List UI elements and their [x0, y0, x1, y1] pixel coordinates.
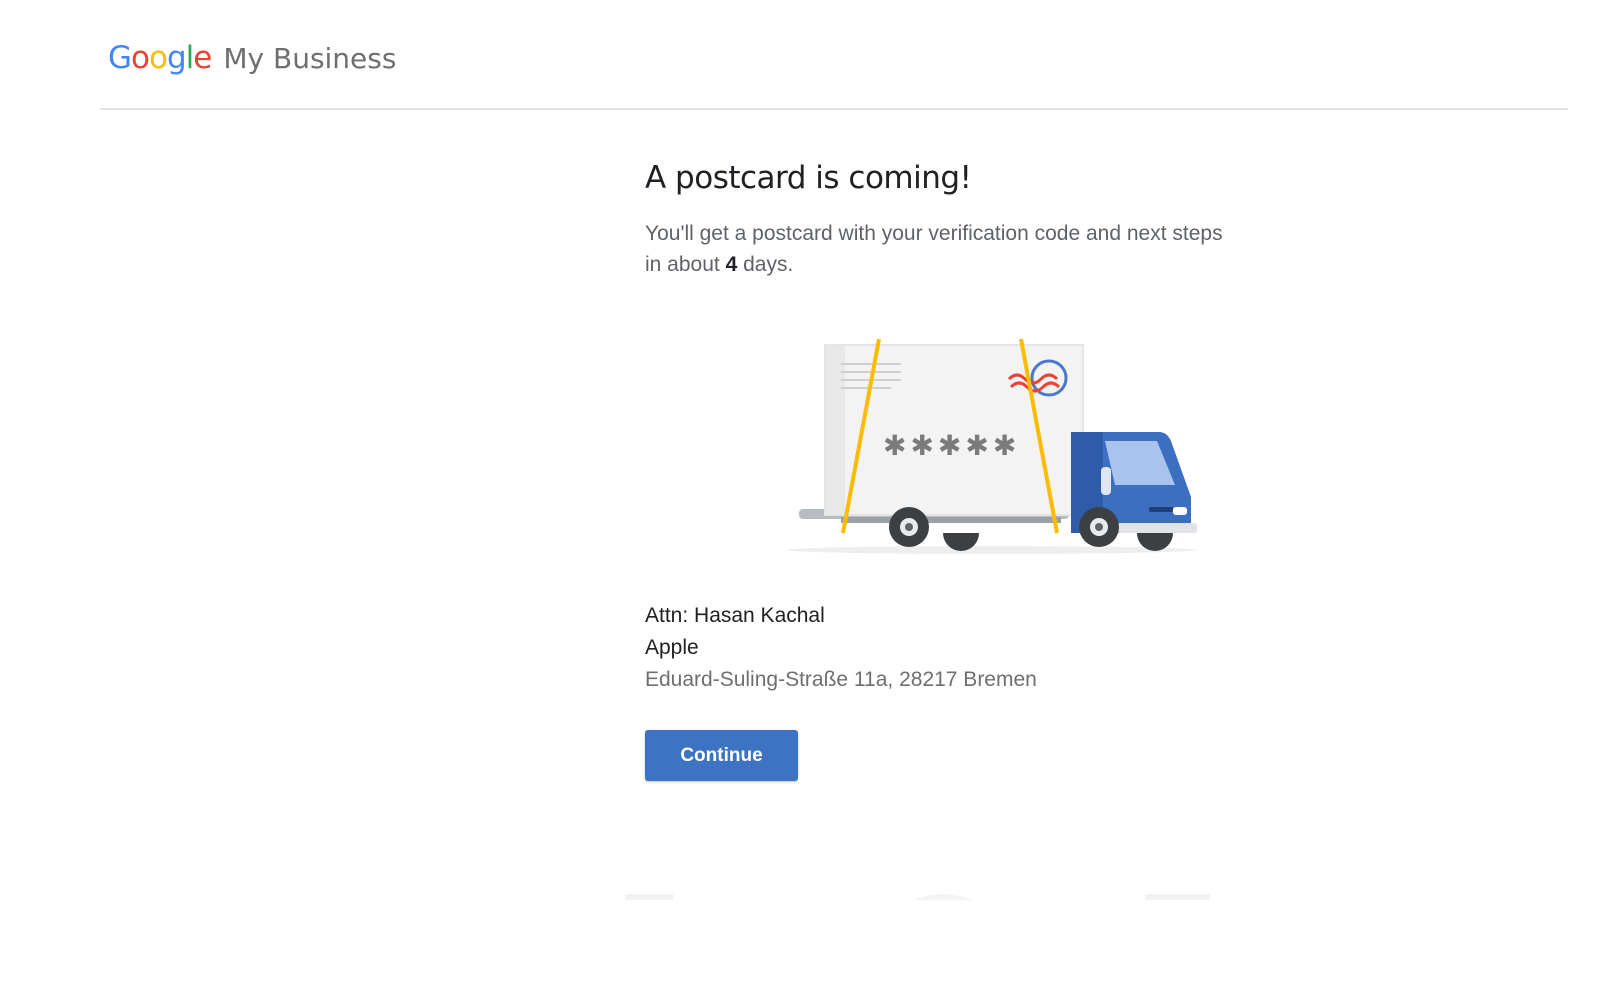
bumper	[1117, 523, 1197, 533]
logo-letter: g	[166, 40, 187, 76]
google-my-business-logo[interactable]: Google My Business	[108, 40, 396, 76]
grille	[1149, 507, 1173, 512]
logo-letter: G	[108, 40, 132, 76]
door-handle	[1101, 467, 1111, 495]
masked-code: ✱✱✱✱✱	[883, 429, 1020, 462]
mailing-address: Attn: Hasan Kachal Apple Eduard-Suling-S…	[645, 600, 1037, 696]
days-count: 4	[725, 253, 738, 276]
logo-letter: o	[149, 40, 168, 76]
address-street: Eduard-Suling-Straße 11a, 28217 Bremen	[645, 668, 1037, 691]
ground-shadow	[786, 546, 1196, 554]
postcard-shade	[825, 345, 845, 515]
logo-letter: e	[193, 40, 212, 76]
wheel	[1079, 507, 1119, 547]
logo-letter: o	[131, 40, 150, 76]
postcard-truck-illustration: ✱✱✱✱✱	[786, 338, 1197, 554]
continue-button[interactable]: Continue	[645, 730, 798, 781]
address-attn: Attn: Hasan Kachal	[645, 604, 825, 627]
main-content: A postcard is coming! You'll get a postc…	[645, 160, 1245, 781]
page-title: A postcard is coming!	[645, 160, 972, 196]
address-business: Apple	[645, 636, 699, 659]
google-wordmark: Google	[108, 40, 212, 76]
header: Google My Business	[100, 0, 1568, 110]
page: Google My Business A postcard is coming!…	[0, 0, 1620, 985]
subtitle-text-end: days.	[737, 253, 794, 276]
card-line	[841, 363, 901, 365]
wheel	[889, 507, 929, 547]
headlight	[1173, 507, 1187, 515]
product-name: My Business	[223, 42, 397, 75]
card-line	[841, 387, 891, 389]
page-subtitle: You'll get a postcard with your verifica…	[645, 218, 1225, 280]
faded-illustration-edge	[625, 894, 1210, 900]
truck-flatbed-under	[841, 517, 1061, 523]
